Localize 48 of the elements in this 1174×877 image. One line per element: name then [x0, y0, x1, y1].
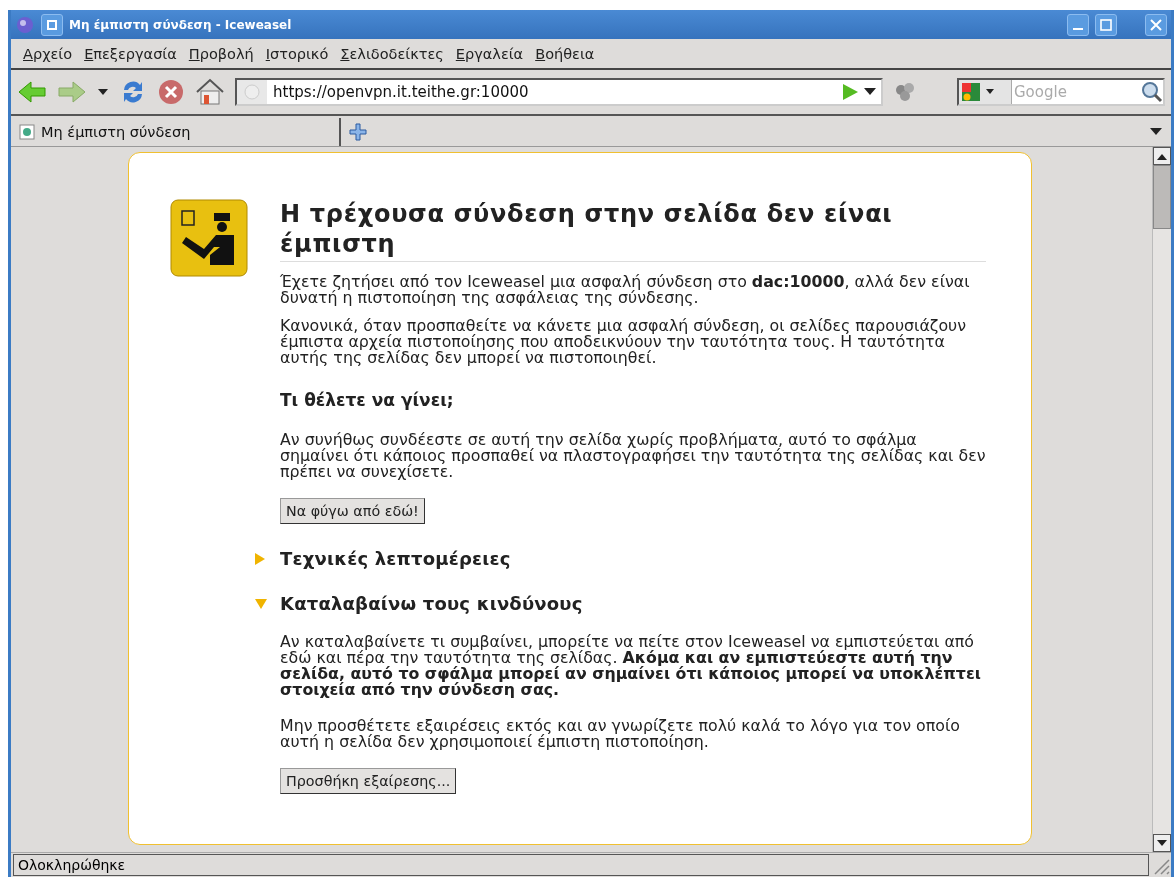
- paragraph: Αν καταλαβαίνετε τι συμβαίνει, μπορείτε να πείτε στον Iceweasel να εμπιστεύεται από εδώ και πέρα την ταυτότητα της σελίδας. Ακόμα και αν εμπιστεύεστε αυτή την σελίδα, αυτό το σφάλμα μπορεί αν σημαίνει ότι κάποιος μπορεί να υποκλέπτει στοιχεία από την σύνδεση σας.: [280, 634, 982, 698]
- dropdown-arrow-icon[interactable]: [97, 88, 109, 96]
- status-text: Ολοκληρώθηκε: [13, 854, 1149, 876]
- scrollbar[interactable]: [1152, 147, 1171, 852]
- scroll-thumb[interactable]: [1153, 165, 1171, 229]
- page-icon: [19, 124, 35, 140]
- maximize-button[interactable]: [1095, 13, 1117, 36]
- minimize-button[interactable]: [1067, 13, 1089, 36]
- stop-icon[interactable]: [157, 78, 185, 106]
- maximize-icon: [1100, 18, 1112, 31]
- expander-heading[interactable]: Καταλαβαίνω τους κινδύνους: [280, 593, 583, 614]
- menu-item[interactable]: Προβολή: [182, 45, 260, 62]
- add-exception-button[interactable]: Προσθήκη εξαίρεσης...: [280, 768, 457, 794]
- window-menu-button[interactable]: [41, 13, 63, 36]
- paragraph: Μην προσθέτετε εξαιρέσεις εκτός και αν γνωρίζετε πολύ καλά το λόγο για τον οποίο αυτή η σελίδα δεν χρησιμοποιεί έμπιστη πιστοποίηση.: [280, 718, 961, 750]
- extension-circles-icon[interactable]: [893, 81, 917, 103]
- leave-button[interactable]: Να φύγω από εδώ!: [280, 498, 425, 524]
- search-engine-icon[interactable]: [961, 82, 997, 102]
- close-button[interactable]: [1145, 13, 1167, 36]
- officer-warning-icon: [170, 199, 248, 279]
- address-bar[interactable]: https://openvpn.it.teithe.gr:10000: [235, 78, 883, 106]
- scroll-up-arrow-icon[interactable]: [1157, 152, 1167, 160]
- menu-item[interactable]: Βοήθεια: [529, 45, 601, 62]
- window-title: Μη έμπιστη σύνδεση - Iceweasel: [69, 17, 293, 32]
- minimize-icon: [1073, 27, 1083, 30]
- paragraph: Αν συνήθως συνδέεστε σε αυτή την σελίδα χωρίς προβλήματα, αυτό το σφάλμα σημαίνει ότι κάποιος προσπαθεί να πλαστογραφήσει την ταυτότητα της σελίδας και δεν πρέπει να συνεχίσετε.: [280, 432, 986, 480]
- scroll-down-arrow-icon[interactable]: [1157, 839, 1167, 847]
- search-box[interactable]: Google: [957, 78, 1165, 106]
- url-text: https://openvpn.it.teithe.gr:10000: [272, 83, 530, 101]
- new-tab-plus-icon[interactable]: [348, 122, 368, 142]
- search-icon[interactable]: [1141, 81, 1163, 103]
- home-icon[interactable]: [195, 78, 225, 106]
- menu-item[interactable]: Εργαλεία: [449, 45, 530, 62]
- close-icon: [1150, 18, 1162, 31]
- page-heading: Η τρέχουσα σύνδεση στην σελίδα δεν είναι έμπιστη: [280, 199, 986, 262]
- menu-item[interactable]: Σελιδοδείκτες: [334, 45, 450, 62]
- square-icon: [46, 18, 58, 31]
- expander-heading[interactable]: Τεχνικές λεπτομέρειες: [280, 548, 511, 569]
- globe-app-icon: [15, 14, 35, 35]
- menu-item[interactable]: Επεξεργασία: [78, 45, 183, 62]
- paragraph: Έχετε ζητήσει από τον Iceweasel μια ασφαλή σύνδεση στο dac:10000, αλλά δεν είναι δυνατή η πιστοποίηση της ασφάλειας της σύνδεσης.: [280, 274, 971, 306]
- back-arrow-icon[interactable]: [17, 80, 47, 104]
- paragraph: Κανονικά, όταν προσπαθείτε να κάνετε μια ασφαλή σύνδεση, οι σελίδες παρουσιάζουν έμπιστα αρχεία πιστοποίησης που αποδεικνύουν την ταυτότητα τους. Η ταυτότητα αυτής της σελίδας δεν μπορεί να πιστοποιηθεί.: [280, 318, 968, 366]
- page-icon: [244, 84, 260, 100]
- menu-item[interactable]: Ιστορικό: [259, 45, 335, 62]
- menu-item[interactable]: Αρχείο: [17, 45, 79, 62]
- section-heading: Τι θέλετε να γίνει;: [280, 390, 455, 410]
- search-field[interactable]: Google: [1012, 82, 1141, 102]
